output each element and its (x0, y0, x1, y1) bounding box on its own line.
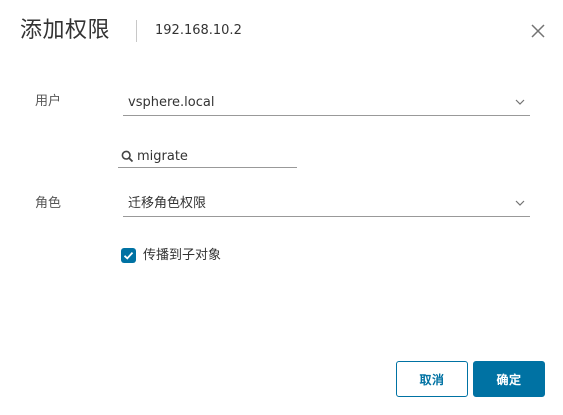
title-divider (136, 20, 137, 42)
search-icon (121, 150, 134, 163)
cancel-button[interactable]: 取消 (396, 361, 468, 397)
propagate-label: 传播到子对象 (143, 248, 222, 263)
chevron-down-icon (515, 200, 525, 206)
dialog-title: 添加权限 (20, 18, 111, 43)
user-search-box[interactable] (118, 145, 297, 168)
close-button[interactable] (527, 20, 549, 42)
checkmark-icon (123, 251, 134, 260)
role-value: 迁移角色权限 (128, 196, 207, 211)
role-label: 角色 (35, 196, 62, 211)
user-label: 用户 (35, 94, 62, 109)
role-select[interactable]: 迁移角色权限 (123, 190, 530, 217)
chevron-down-icon (515, 99, 525, 105)
user-domain-value: vsphere.local (128, 95, 215, 110)
propagate-checkbox[interactable] (121, 248, 136, 263)
add-permission-dialog: 添加权限 192.168.10.2 用户 vsphere.local 角色 迁移… (0, 0, 563, 415)
close-icon (531, 24, 545, 38)
user-domain-select[interactable]: vsphere.local (123, 89, 530, 116)
dialog-subtitle: 192.168.10.2 (155, 23, 242, 38)
user-search-input[interactable] (137, 145, 292, 167)
ok-button[interactable]: 确定 (473, 361, 545, 397)
